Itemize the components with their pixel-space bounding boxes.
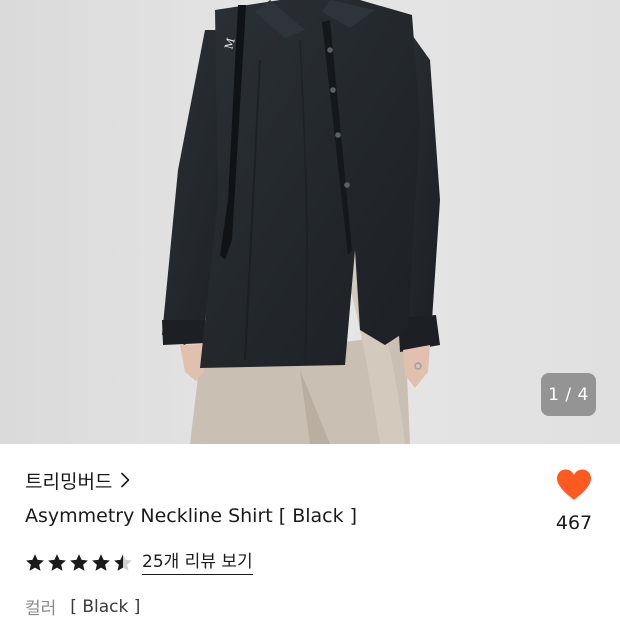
review-link[interactable]: 25개 리뷰 보기 xyxy=(142,551,253,575)
color-row: 컬러 [ Black ] xyxy=(25,594,141,620)
product-photo[interactable]: M 1 / 4 xyxy=(0,0,620,444)
image-page-indicator: 1 / 4 xyxy=(541,373,596,416)
color-label: 컬러 xyxy=(25,599,57,619)
like-count: 467 xyxy=(555,512,593,534)
star-icon xyxy=(92,554,110,571)
product-detail-page: M 1 / 4 트리밍버드 Asymmetry Neckline Shirt [… xyxy=(0,0,620,620)
star-icon xyxy=(48,554,66,571)
product-title: Asymmetry Neckline Shirt [ Black ] xyxy=(25,505,358,527)
star-icon xyxy=(114,554,132,571)
rating-row: 25개 리뷰 보기 xyxy=(25,550,253,576)
rating-stars xyxy=(25,553,133,573)
star-icon xyxy=(70,554,88,571)
star-icon xyxy=(26,554,44,571)
brand-name: 트리밍버드 xyxy=(25,470,113,493)
chevron-right-icon xyxy=(120,472,130,488)
brand-link[interactable]: 트리밍버드 xyxy=(25,466,130,494)
color-value: [ Black ] xyxy=(70,596,141,617)
product-photo-illustration: M xyxy=(0,0,620,444)
like-box: 467 xyxy=(549,468,599,534)
heart-icon[interactable] xyxy=(555,468,593,506)
